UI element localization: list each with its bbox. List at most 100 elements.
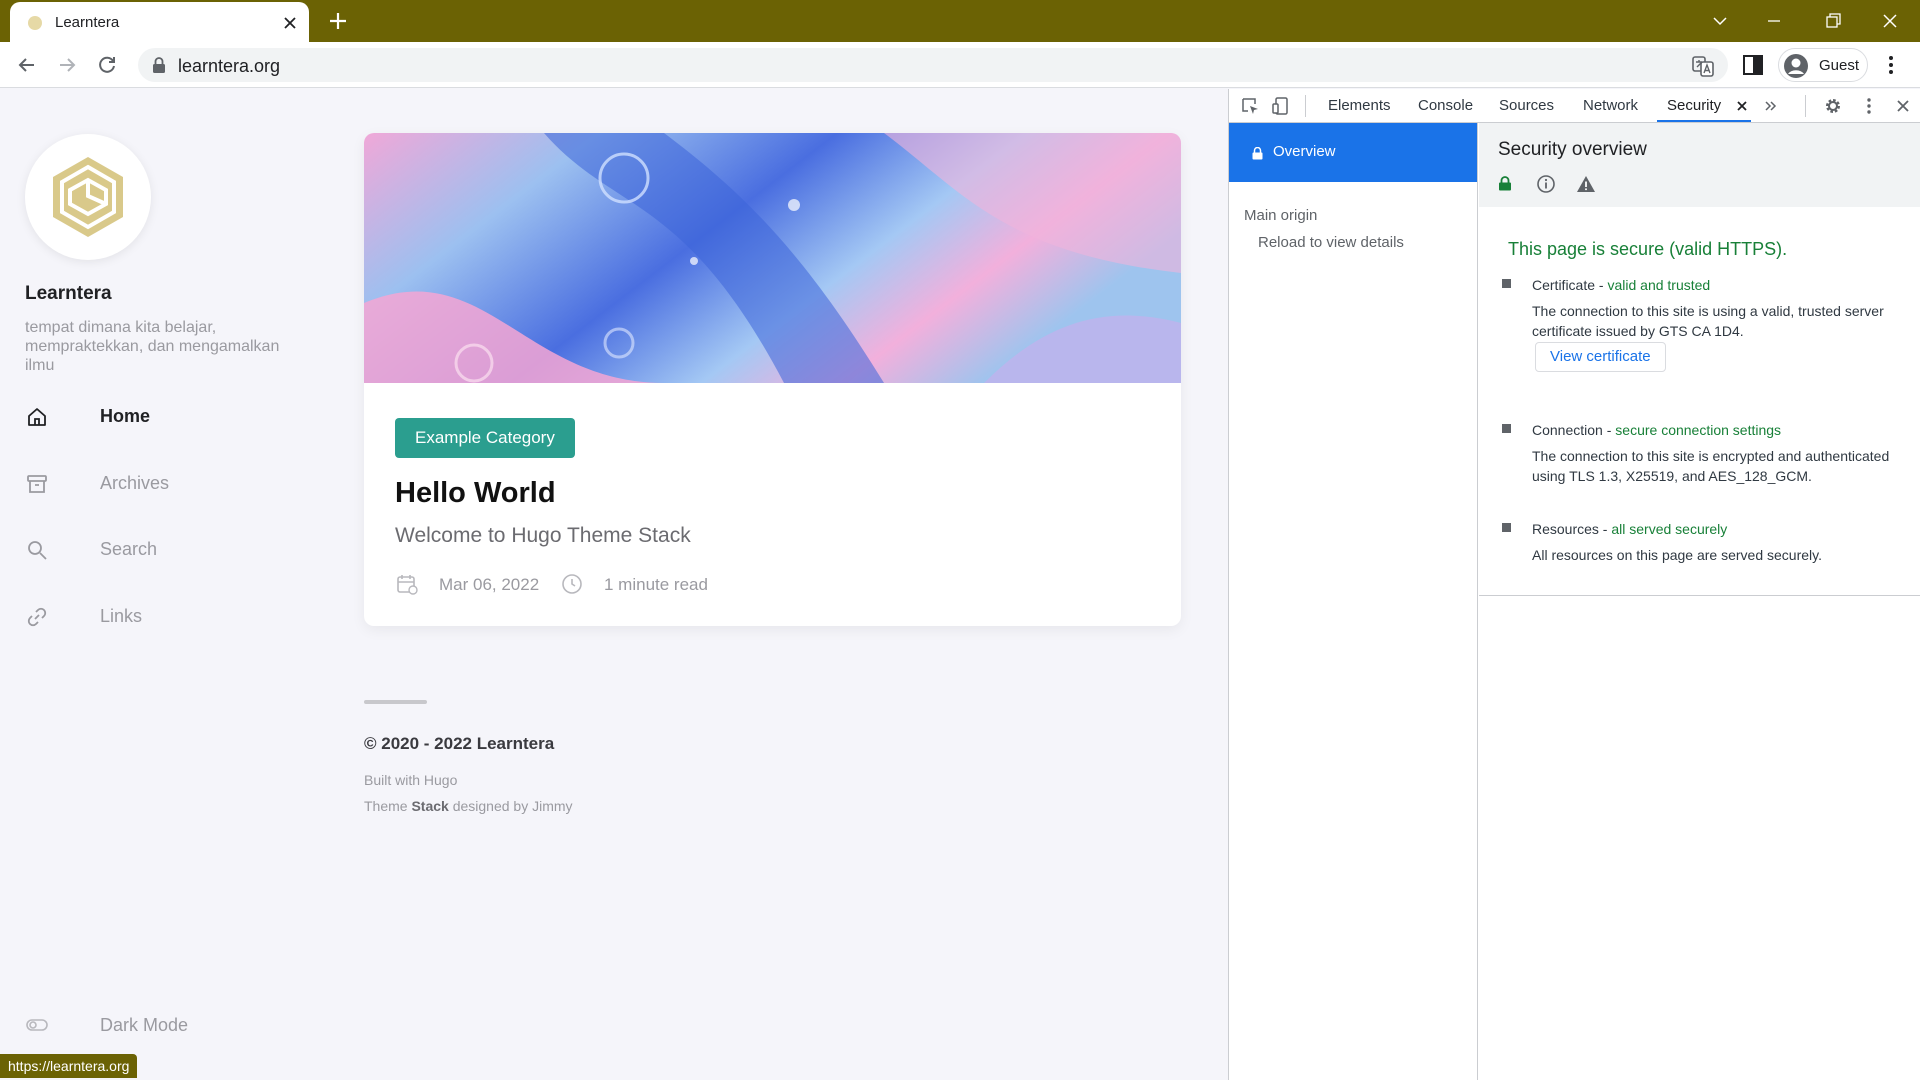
- profile-label: Guest: [1819, 57, 1860, 74]
- resources-heading: Resources - all served securely: [1532, 521, 1727, 537]
- menu-label-archives: Archives: [100, 473, 170, 493]
- web-page: Learntera tempat dimana kita belajar, me…: [0, 89, 1228, 1080]
- overview-empty-area: [1479, 595, 1920, 1080]
- built-with-hugo[interactable]: Built with Hugo: [364, 772, 457, 788]
- menu-item-search[interactable]: Search: [25, 530, 265, 570]
- menu-item-home[interactable]: Home: [25, 397, 265, 437]
- secure-lock-icon: [1499, 176, 1511, 191]
- overview-title: Security overview: [1498, 139, 1647, 160]
- menu-label-search: Search: [100, 539, 158, 559]
- device-toolbar-icon[interactable]: [1271, 96, 1291, 116]
- kebab-menu-icon[interactable]: [1859, 96, 1879, 116]
- site-logo[interactable]: [25, 134, 151, 260]
- hexagon-logo-icon: [53, 157, 123, 237]
- tab-strip: Learntera: [0, 0, 1920, 43]
- toggle-icon: [26, 1019, 48, 1031]
- dark-mode-label: Dark Mode: [100, 1015, 189, 1035]
- tab-sources[interactable]: Sources: [1499, 97, 1554, 114]
- new-tab-icon[interactable]: [326, 9, 350, 33]
- address-bar[interactable]: learntera.org: [138, 48, 1728, 82]
- certificate-description: The connection to this site is using a v…: [1532, 303, 1884, 339]
- close-window-icon[interactable]: [1876, 7, 1904, 35]
- info-icon: [1537, 175, 1555, 193]
- dark-mode-toggle[interactable]: Dark Mode: [25, 1010, 265, 1040]
- menu-label-links: Links: [100, 606, 143, 626]
- resources-label: Resources -: [1532, 521, 1612, 537]
- theme-credit: Theme Stack designed by Jimmy: [364, 798, 573, 814]
- certificate-status: valid and trusted: [1607, 277, 1711, 293]
- view-certificate-button[interactable]: View certificate: [1535, 342, 1666, 372]
- tab-elements[interactable]: Elements: [1328, 97, 1391, 114]
- secure-heading: This page is secure (valid HTTPS).: [1508, 239, 1788, 259]
- article-read-time: 1 minute read: [604, 575, 708, 594]
- browser-tab[interactable]: Learntera: [10, 2, 309, 43]
- resources-status: all served securely: [1611, 521, 1728, 537]
- toolbar-separator: [1305, 95, 1306, 117]
- overview-header: Security overview: [1479, 123, 1920, 207]
- tab-console[interactable]: Console: [1418, 97, 1473, 114]
- bullet-marker: [1502, 424, 1511, 433]
- side-panel-icon[interactable]: [1742, 54, 1764, 76]
- warning-icon: [1577, 176, 1595, 192]
- menu-label-home: Home: [100, 406, 151, 426]
- article-cover-image[interactable]: [364, 133, 1181, 383]
- connection-status: secure connection settings: [1615, 422, 1782, 438]
- browser-toolbar: learntera.org Guest: [0, 42, 1920, 88]
- tab-search-chevron-icon[interactable]: [1706, 7, 1734, 35]
- theme-credit-prefix: Theme: [364, 798, 412, 814]
- bullet-marker: [1502, 523, 1511, 532]
- back-icon[interactable]: [14, 52, 40, 78]
- reload-icon[interactable]: [94, 52, 120, 78]
- close-tab-icon[interactable]: [280, 13, 300, 33]
- lock-icon[interactable]: [152, 57, 166, 73]
- link-icon: [27, 607, 47, 627]
- devtools-panel: Elements Console Sources Network Securit…: [1228, 89, 1920, 1080]
- article-card[interactable]: Example Category Hello World Welcome to …: [364, 133, 1181, 626]
- article-title[interactable]: Hello World: [395, 477, 556, 510]
- minimize-icon[interactable]: [1760, 7, 1788, 35]
- restore-icon[interactable]: [1819, 7, 1847, 35]
- favicon-icon: [28, 16, 42, 30]
- menu-item-links[interactable]: Links: [25, 597, 265, 637]
- site-name[interactable]: Learntera: [25, 283, 112, 305]
- archive-icon: [27, 475, 47, 493]
- footer-divider: [364, 700, 427, 704]
- url-text[interactable]: learntera.org: [178, 56, 280, 77]
- connection-description: The connection to this site is encrypted…: [1532, 448, 1890, 484]
- overview-body: This page is secure (valid HTTPS). Certi…: [1479, 207, 1920, 595]
- forward-icon[interactable]: [54, 52, 80, 78]
- inspect-element-icon[interactable]: [1240, 96, 1260, 116]
- lock-icon: [1252, 147, 1263, 160]
- category-tag[interactable]: Example Category: [395, 418, 575, 458]
- more-tabs-icon[interactable]: [1761, 96, 1781, 116]
- security-sidebar: Overview Main origin Reload to view deta…: [1229, 123, 1478, 1080]
- avatar-icon: [1784, 54, 1808, 78]
- bullet-marker: [1502, 279, 1511, 288]
- gear-icon[interactable]: [1823, 96, 1843, 116]
- sidebar-item-overview[interactable]: Overview: [1229, 123, 1477, 182]
- reload-to-view-details[interactable]: Reload to view details: [1258, 234, 1404, 251]
- translate-icon[interactable]: [1692, 55, 1714, 77]
- article-date: Mar 06, 2022: [439, 575, 540, 594]
- clock-icon: [562, 574, 582, 594]
- toolbar-separator: [1805, 95, 1806, 117]
- security-overview-panel: Security overview This page is secure (v…: [1479, 123, 1920, 1080]
- theme-credit-suffix[interactable]: designed by Jimmy: [449, 798, 573, 814]
- close-tab-icon[interactable]: [1735, 99, 1749, 113]
- tab-security[interactable]: Security: [1667, 97, 1721, 114]
- search-icon: [28, 541, 47, 560]
- active-tab-indicator: [1657, 120, 1751, 122]
- theme-name-link[interactable]: Stack: [411, 798, 448, 814]
- kebab-menu-icon[interactable]: [1880, 54, 1902, 76]
- connection-heading: Connection - secure connection settings: [1532, 422, 1781, 438]
- connection-label: Connection -: [1532, 422, 1616, 438]
- site-description: tempat dimana kita belajar, mempraktekka…: [25, 319, 280, 374]
- menu-item-archives[interactable]: Archives: [25, 464, 265, 504]
- sidebar-item-label: Overview: [1273, 143, 1336, 160]
- profile-button[interactable]: Guest: [1778, 48, 1868, 82]
- main-origin-label: Main origin: [1244, 207, 1318, 224]
- close-devtools-icon[interactable]: [1893, 96, 1913, 116]
- resources-description: All resources on this page are served se…: [1532, 547, 1822, 563]
- calendar-icon: [397, 575, 418, 595]
- tab-network[interactable]: Network: [1583, 97, 1638, 114]
